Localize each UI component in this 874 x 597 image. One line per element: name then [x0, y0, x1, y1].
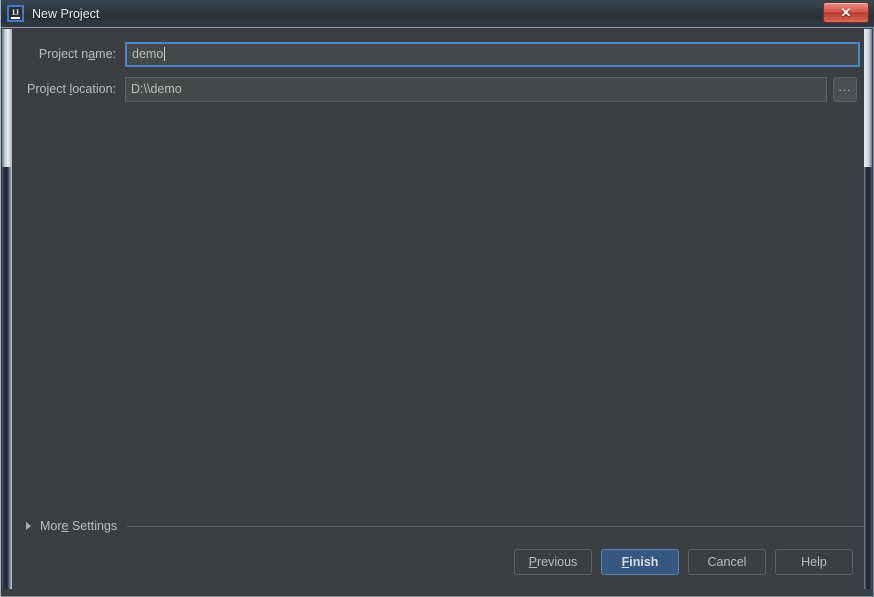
- ellipsis-icon: ...: [838, 79, 852, 94]
- more-settings-toggle[interactable]: More Settings: [26, 519, 864, 533]
- window-title: New Project: [32, 6, 100, 21]
- project-form: Project name: demo Project location: D:\…: [12, 29, 864, 111]
- project-location-row: Project location: D:\\demo ...: [12, 76, 864, 102]
- triangle-right-icon: [26, 522, 31, 530]
- project-name-row: Project name: demo: [12, 41, 864, 67]
- project-location-label: Project location:: [27, 82, 116, 96]
- help-button[interactable]: Help: [775, 549, 853, 575]
- cancel-button[interactable]: Cancel: [688, 549, 766, 575]
- more-settings-separator: [127, 525, 864, 527]
- title-bar-left: IJ New Project: [1, 5, 874, 22]
- previous-button[interactable]: Previous: [514, 549, 592, 575]
- left-edge-shadow: [2, 167, 12, 589]
- project-name-input[interactable]: demo: [125, 41, 860, 67]
- project-location-value: D:\\demo: [131, 82, 182, 96]
- finish-button[interactable]: Finish: [601, 549, 679, 575]
- dialog-content: Project name: demo Project location: D:\…: [12, 29, 864, 589]
- text-caret: [164, 47, 166, 61]
- project-name-label: Project name:: [38, 47, 116, 61]
- project-name-value: demo: [132, 47, 164, 61]
- more-settings-label: More Settings: [40, 519, 118, 533]
- intellij-idea-icon: IJ: [7, 5, 24, 22]
- new-project-dialog: IJ New Project ✕ Project name: demo Proj…: [0, 0, 874, 597]
- close-button[interactable]: ✕: [823, 2, 869, 23]
- left-window-edge: [2, 29, 12, 589]
- app-icon-text: IJ: [11, 7, 20, 17]
- left-edge-highlight: [2, 29, 12, 167]
- title-bar[interactable]: IJ New Project ✕: [1, 0, 874, 28]
- project-location-input[interactable]: D:\\demo: [125, 76, 827, 102]
- dialog-button-bar: Previous Finish Cancel Help: [514, 549, 853, 575]
- close-icon: ✕: [840, 5, 852, 20]
- app-icon-underline: [11, 16, 20, 19]
- browse-location-button[interactable]: ...: [833, 76, 857, 102]
